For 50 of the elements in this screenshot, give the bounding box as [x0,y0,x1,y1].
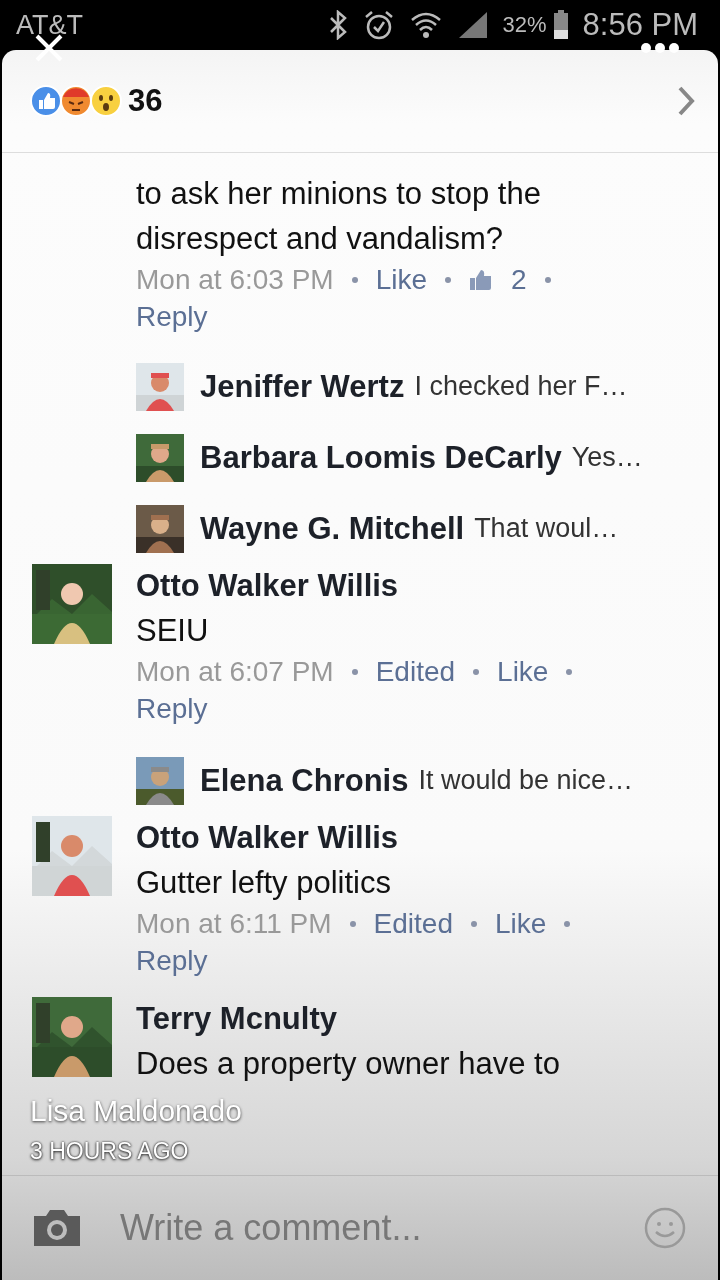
reply-link[interactable]: Reply [136,298,208,335]
comment-author[interactable]: Terry Mcnulty [136,997,688,1041]
reaction-count[interactable]: 36 [128,83,163,119]
reply-preview[interactable]: I checked her F… [414,371,628,402]
thumbs-up-icon [469,268,494,291]
like-count: 2 [511,263,527,297]
reply-preview[interactable]: Yes… [571,442,643,473]
reply-author[interactable]: Elena Chronis [200,762,409,799]
comment-time: Mon at 6:07 PM [136,655,334,689]
comment-time: Mon at 6:03 PM [136,263,334,297]
comment-text: to ask her minions to stop the disrespect and vandalism? [136,175,542,258]
reply-preview[interactable]: It would be nice… [418,765,634,796]
camera-icon[interactable] [32,1208,82,1248]
comment-text: Does a property owner have to [136,1045,561,1083]
comment-author[interactable]: Otto Walker Willis [136,816,688,860]
separator-dot [544,276,551,283]
surprised-face-icon [90,85,122,117]
separator-dot [351,276,358,283]
reply-author[interactable]: Barbara Loomis DeCarly [200,439,562,476]
reply-author[interactable]: Wayne G. Mitchell [200,510,465,547]
more-icon[interactable] [640,42,680,54]
separator-dot [445,276,452,283]
edited-label[interactable]: Edited [375,653,456,690]
comment-text: Gutter lefty politics [136,864,392,902]
like-link[interactable]: Like [497,653,549,690]
reply-link[interactable]: Reply [136,942,208,979]
separator-dot [351,668,358,675]
story-age: 3 HOURS AGO [30,1138,189,1165]
separator-dot [471,920,477,927]
clock: 8:56 PM [582,7,698,43]
comment-author[interactable]: Otto Walker Willis [136,564,688,608]
separator-dot [564,920,571,927]
thumbs-up-icon [30,85,62,117]
separator-dot [566,668,573,675]
reply-link[interactable]: Reply [136,690,208,727]
battery-percent: 32% [502,12,547,38]
angry-face-icon [60,85,92,117]
chevron-right-icon[interactable] [676,85,696,117]
comment-time: Mon at 6:11 PM [136,907,332,941]
separator-dot [349,920,356,927]
comment-text: SEIU [136,612,210,650]
edited-label[interactable]: Edited [373,905,453,942]
reply-preview[interactable]: That woul… [474,513,619,544]
reply-author[interactable]: Jeniffer Wertz [200,368,405,405]
carrier-name: AT&T [16,9,83,41]
like-link[interactable]: Like [375,261,428,298]
separator-dot [473,668,480,675]
like-link[interactable]: Like [495,905,547,942]
battery-icon [552,10,569,40]
close-icon[interactable] [34,33,64,63]
